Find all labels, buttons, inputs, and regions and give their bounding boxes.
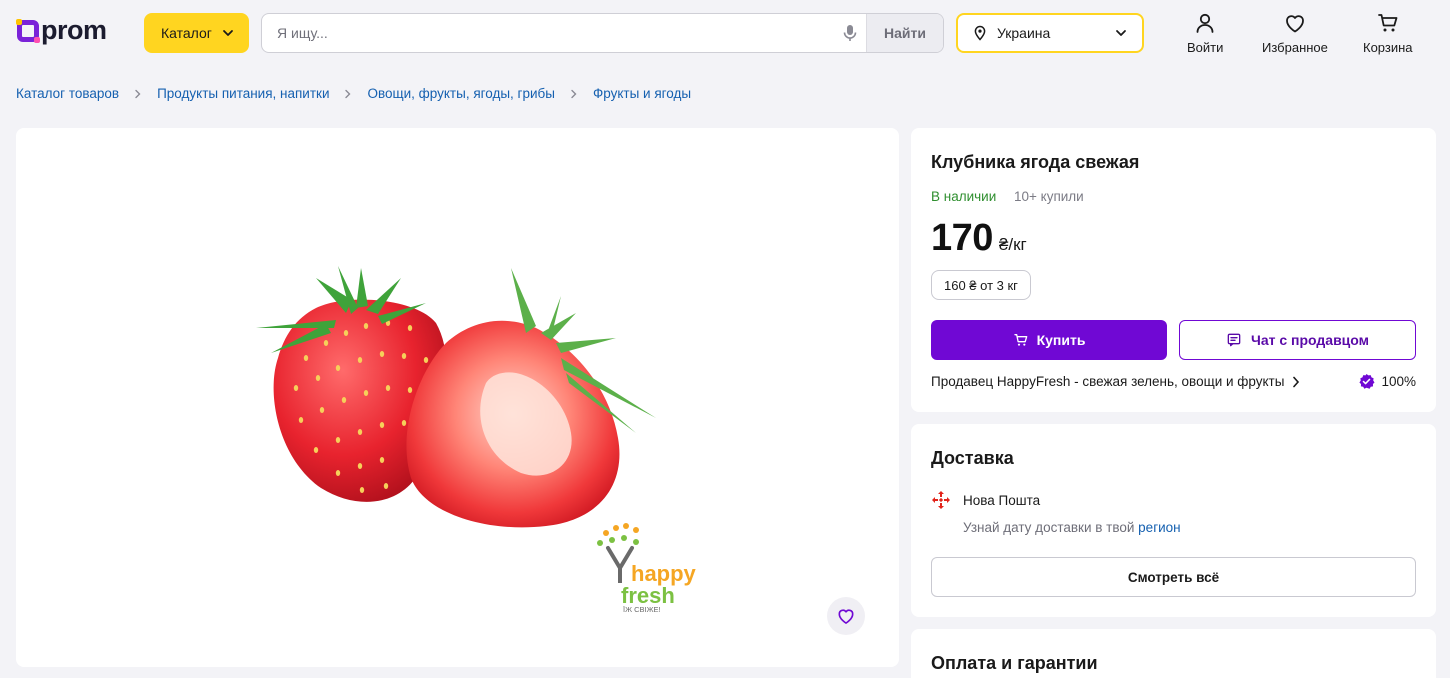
heart-icon <box>838 609 854 624</box>
breadcrumb-item[interactable]: Продукты питания, напитки <box>157 86 329 101</box>
buy-button[interactable]: Купить <box>931 320 1167 360</box>
delivery-card: Доставка Нова Пошта Узнай дату доставки … <box>911 424 1436 617</box>
logo-text: prom <box>41 15 107 45</box>
breadcrumb-item[interactable]: Каталог товаров <box>16 86 119 101</box>
search-bar: Найти <box>261 13 944 53</box>
wholesale-price-badge[interactable]: 160 ₴ от 3 кг <box>931 270 1031 300</box>
cart-button[interactable]: Корзина <box>1363 11 1413 55</box>
product-title: Клубника ягода свежая <box>931 152 1140 172</box>
nova-poshta-logo-icon <box>932 491 950 509</box>
delivery-title: Доставка <box>931 448 1014 468</box>
login-button[interactable]: Войти <box>1187 11 1223 55</box>
payment-title: Оплата и гарантии <box>931 653 1098 673</box>
delivery-hint-text: Узнай дату доставки в твой <box>963 520 1139 535</box>
chevron-down-icon <box>1116 30 1126 36</box>
chat-label: Чат с продавцом <box>1250 332 1370 348</box>
half-strawberry <box>406 268 656 528</box>
favorites-button[interactable]: Избранное <box>1262 11 1328 55</box>
heart-icon <box>1286 15 1304 33</box>
see-all-delivery-button[interactable]: Смотреть всё <box>931 557 1416 597</box>
chevron-right-icon <box>119 89 157 99</box>
user-icon <box>1196 13 1214 33</box>
search-input[interactable] <box>262 14 832 52</box>
cart-label: Корзина <box>1363 40 1413 55</box>
catalog-label: Каталог <box>161 25 212 41</box>
buy-label: Купить <box>1036 332 1086 348</box>
delivery-hint: Узнай дату доставки в твой регион <box>963 520 1181 535</box>
catalog-button[interactable]: Каталог <box>144 13 249 53</box>
cart-icon <box>1377 14 1398 32</box>
price: 170 ₴/кг <box>931 217 1027 260</box>
bought-count: 10+ купили <box>1014 189 1084 204</box>
region-link[interactable]: регион <box>1138 520 1180 535</box>
nova-poshta-row: Нова Пошта <box>931 490 1040 510</box>
payment-card: Оплата и гарантии <box>911 629 1436 678</box>
add-to-favorites-button[interactable] <box>827 597 865 635</box>
cart-icon <box>1013 334 1027 346</box>
verified-badge-icon <box>1359 373 1375 389</box>
favorites-label: Избранное <box>1262 40 1328 55</box>
stock-status: В наличии <box>931 189 997 204</box>
breadcrumb-item[interactable]: Овощи, фрукты, ягоды, грибы <box>367 86 554 101</box>
price-value: 170 <box>931 217 993 259</box>
product-info-card: Клубника ягода свежая В наличии 10+ купи… <box>911 128 1436 412</box>
chevron-down-icon <box>223 30 233 36</box>
chat-icon <box>1227 333 1241 347</box>
seller-rating: 100% <box>1358 373 1416 390</box>
chevron-right-icon <box>555 89 593 99</box>
header: prom Каталог Найти Украина Войти Избранн… <box>0 0 1450 66</box>
seller-rating-value: 100% <box>1381 374 1416 389</box>
login-label: Войти <box>1187 40 1224 55</box>
price-unit: ₴/кг <box>998 235 1027 254</box>
chat-with-seller-button[interactable]: Чат с продавцом <box>1179 320 1416 360</box>
product-image-card: happy fresh ЇЖ СВІЖЕ! <box>16 128 899 667</box>
product-photo[interactable]: happy fresh ЇЖ СВІЖЕ! <box>16 128 899 667</box>
logo-tagline-text: ЇЖ СВІЖЕ! <box>623 605 661 614</box>
chevron-right-icon <box>1293 376 1300 387</box>
carrier-name: Нова Пошта <box>963 492 1041 508</box>
region-label: Украина <box>997 25 1051 41</box>
chevron-right-icon <box>329 89 367 99</box>
search-button[interactable]: Найти <box>866 14 943 52</box>
microphone-icon[interactable] <box>840 23 860 43</box>
prom-logo[interactable]: prom <box>16 15 107 45</box>
seller-link[interactable]: Продавец HappyFresh - свежая зелень, ово… <box>931 374 1301 389</box>
location-pin-icon <box>974 25 986 41</box>
logo-mark-icon <box>16 18 40 43</box>
breadcrumb-item[interactable]: Фрукты и ягоды <box>593 86 691 101</box>
region-select[interactable]: Украина <box>956 13 1144 53</box>
happy-fresh-logo: happy fresh ЇЖ СВІЖЕ! <box>597 523 697 614</box>
seller-label: Продавец HappyFresh - свежая зелень, ово… <box>931 374 1285 389</box>
breadcrumb: Каталог товаров Продукты питания, напитк… <box>16 86 691 101</box>
